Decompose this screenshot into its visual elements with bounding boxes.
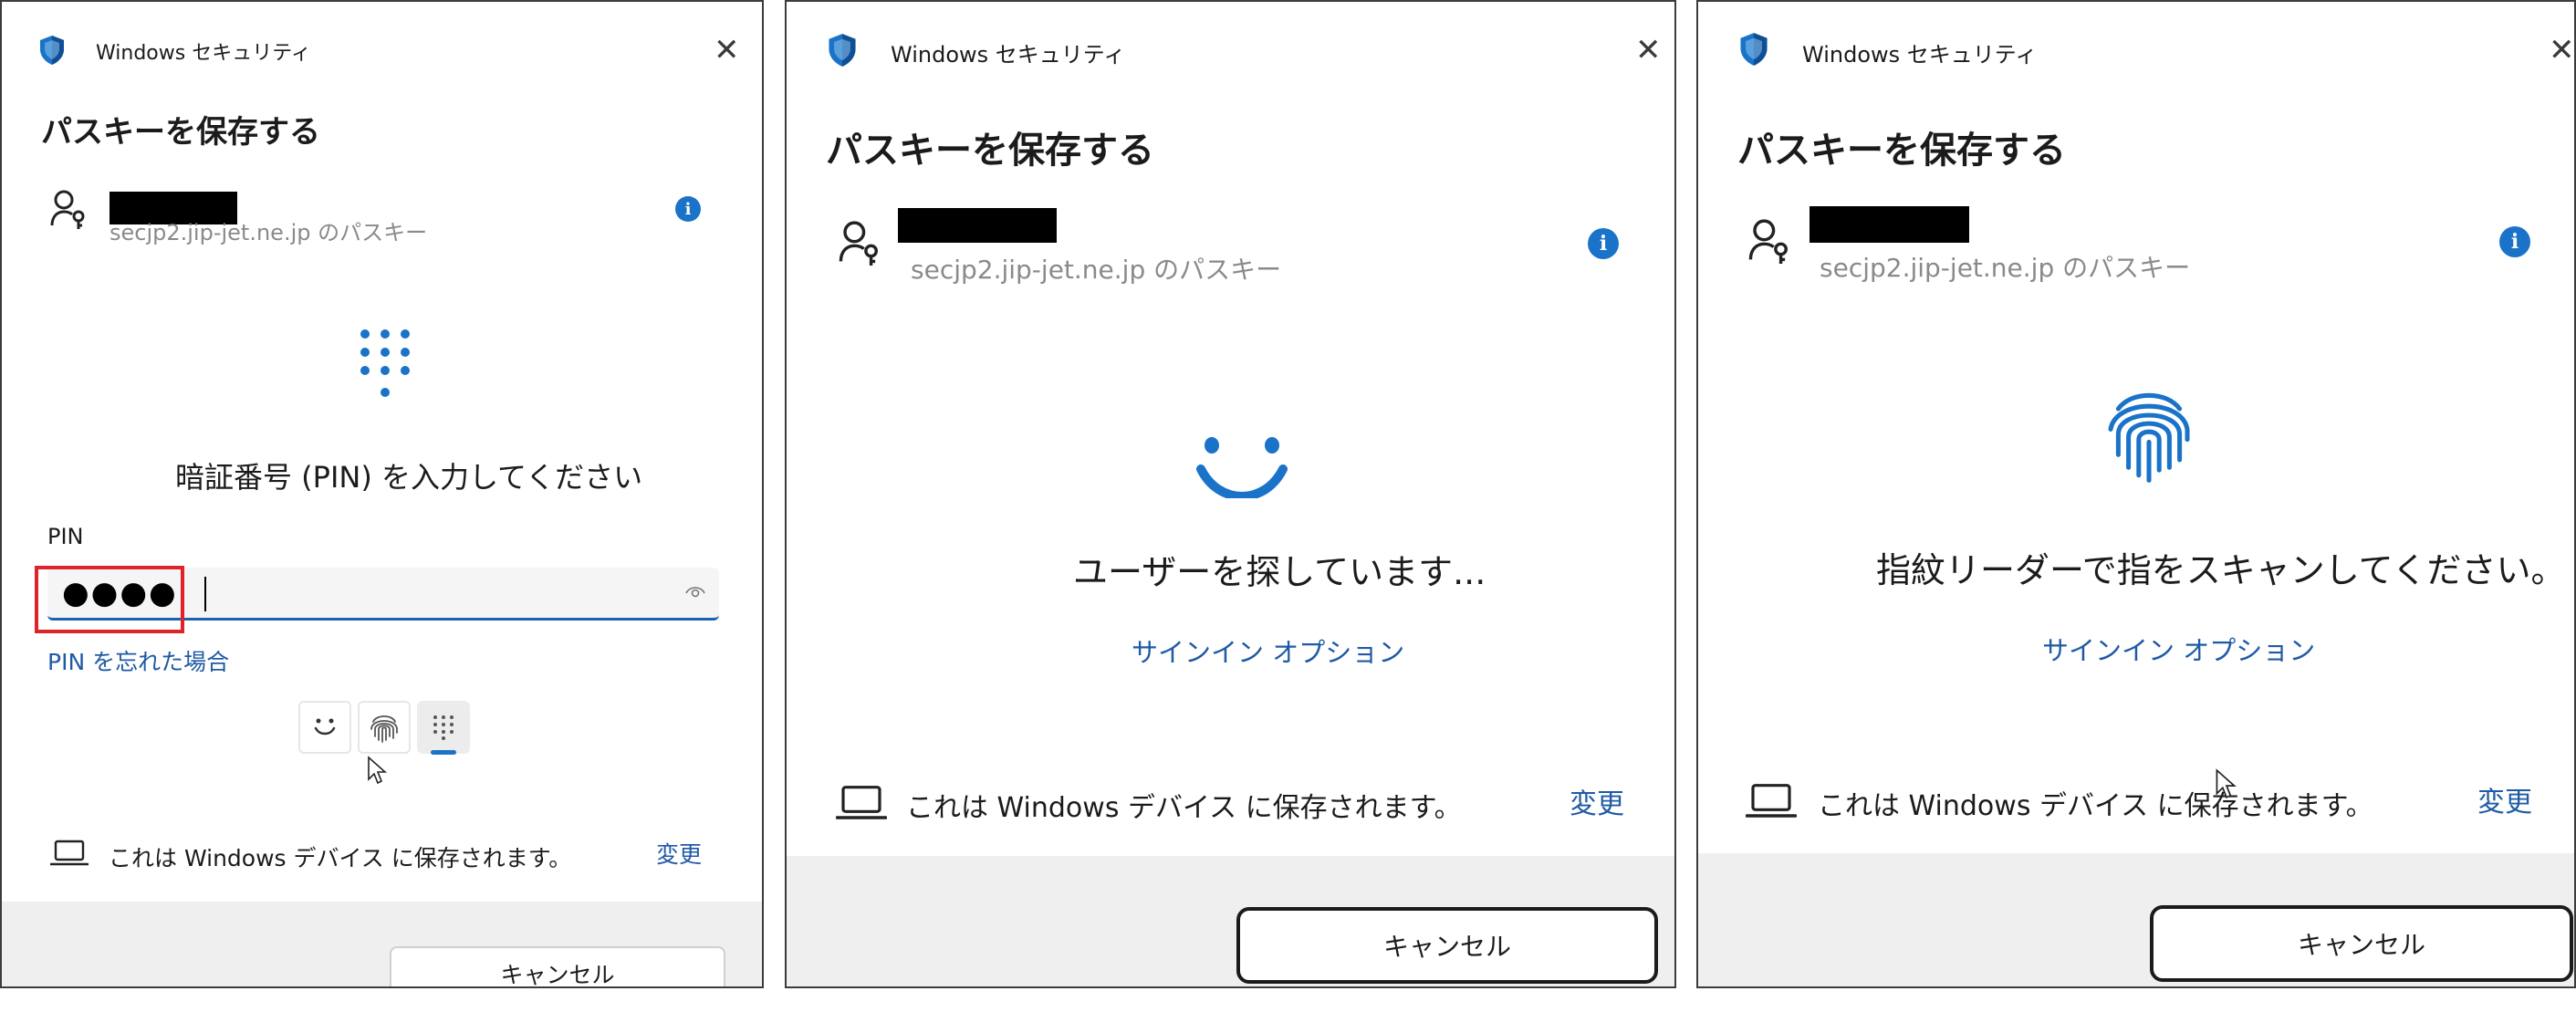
sign-in-options-link[interactable]: サインイン オプション bbox=[1132, 631, 1404, 670]
account-subtitle: secjp2.jip-jet.ne.jp のパスキー bbox=[1820, 253, 2191, 283]
close-icon[interactable]: ✕ bbox=[2549, 35, 2574, 66]
device-storage-text: これは Windows デバイス に保存されます。 bbox=[906, 792, 1462, 824]
passkey-dialog-fingerprint: Windows セキュリティ ✕ パスキーを保存する secjp2.jip-je… bbox=[1696, 0, 2576, 988]
cancel-button[interactable]: キャンセル bbox=[390, 946, 725, 986]
dialog-heading: パスキーを保存する bbox=[1737, 130, 2066, 172]
title-bar: Windows セキュリティ ✕ bbox=[2, 2, 762, 93]
device-storage-text: これは Windows デバイス に保存されます。 bbox=[1818, 790, 2373, 822]
face-scan-prompt: ユーザーを探しています... bbox=[1073, 552, 1486, 592]
windows-security-shield-icon bbox=[829, 34, 856, 67]
forgot-pin-link[interactable]: PIN を忘れた場合 bbox=[47, 644, 229, 677]
window-title: Windows セキュリティ bbox=[96, 42, 311, 65]
pin-keypad-icon bbox=[360, 329, 410, 397]
close-icon[interactable]: ✕ bbox=[714, 35, 740, 66]
passkey-user-icon bbox=[50, 190, 85, 229]
laptop-icon bbox=[1746, 784, 1797, 818]
fingerprint-sign-in-button[interactable] bbox=[358, 701, 411, 754]
mouse-pointer-icon bbox=[368, 756, 387, 785]
cancel-button[interactable]: キャンセル bbox=[1236, 907, 1658, 984]
title-bar: Windows セキュリティ ✕ bbox=[1698, 2, 2574, 93]
redacted-account-name bbox=[1809, 206, 1969, 243]
face-recognition-icon bbox=[1196, 437, 1288, 498]
window-title: Windows セキュリティ bbox=[891, 42, 1126, 68]
reveal-pin-icon[interactable] bbox=[684, 582, 706, 600]
face-icon bbox=[314, 718, 336, 736]
laptop-icon bbox=[50, 840, 89, 866]
passkey-dialog-pin: Windows セキュリティ ✕ パスキーを保存する secjp2.jip-je… bbox=[0, 0, 764, 988]
fingerprint-scan-prompt: 指紋リーダーで指をスキャンしてください。 bbox=[1876, 550, 2566, 590]
pin-keypad-small-icon bbox=[433, 715, 454, 740]
fingerprint-icon bbox=[370, 715, 398, 743]
pin-highlight-box bbox=[35, 566, 184, 633]
window-title: Windows セキュリティ bbox=[1802, 42, 2038, 68]
pin-prompt: 暗証番号 (PIN) を入力してください bbox=[175, 460, 643, 495]
passkey-user-icon bbox=[1748, 219, 1788, 264]
info-icon[interactable]: i bbox=[2499, 226, 2530, 257]
passkey-user-icon bbox=[839, 221, 878, 266]
selected-method-indicator bbox=[431, 750, 456, 755]
pin-sign-in-button[interactable] bbox=[417, 701, 470, 754]
face-sign-in-button[interactable] bbox=[298, 701, 351, 754]
windows-security-shield-icon bbox=[40, 36, 64, 65]
windows-security-shield-icon bbox=[1740, 33, 1768, 66]
change-link[interactable]: 変更 bbox=[656, 837, 702, 870]
device-storage-text: これは Windows デバイス に保存されます。 bbox=[109, 845, 572, 871]
dialog-heading: パスキーを保存する bbox=[41, 114, 320, 151]
account-subtitle: secjp2.jip-jet.ne.jp のパスキー bbox=[911, 255, 1282, 285]
account-subtitle: secjp2.jip-jet.ne.jp のパスキー bbox=[110, 220, 428, 245]
redacted-account-name bbox=[898, 208, 1057, 243]
close-icon[interactable]: ✕ bbox=[1635, 35, 1662, 66]
change-link[interactable]: 変更 bbox=[1570, 781, 1624, 821]
cancel-button[interactable]: キャンセル bbox=[2150, 905, 2573, 982]
sign-in-options-link[interactable]: サインイン オプション bbox=[2042, 630, 2315, 668]
info-icon[interactable]: i bbox=[675, 196, 701, 222]
mouse-pointer-icon bbox=[2216, 768, 2237, 799]
title-bar: Windows セキュリティ ✕ bbox=[787, 2, 1674, 93]
info-icon[interactable]: i bbox=[1588, 228, 1619, 259]
pin-label: PIN bbox=[47, 524, 84, 549]
dialog-heading: パスキーを保存する bbox=[826, 130, 1154, 172]
text-caret bbox=[204, 577, 206, 611]
change-link[interactable]: 変更 bbox=[2477, 779, 2532, 819]
laptop-icon bbox=[836, 786, 887, 819]
fingerprint-icon bbox=[2108, 392, 2190, 483]
passkey-dialog-face: Windows セキュリティ ✕ パスキーを保存する secjp2.jip-je… bbox=[785, 0, 1676, 988]
